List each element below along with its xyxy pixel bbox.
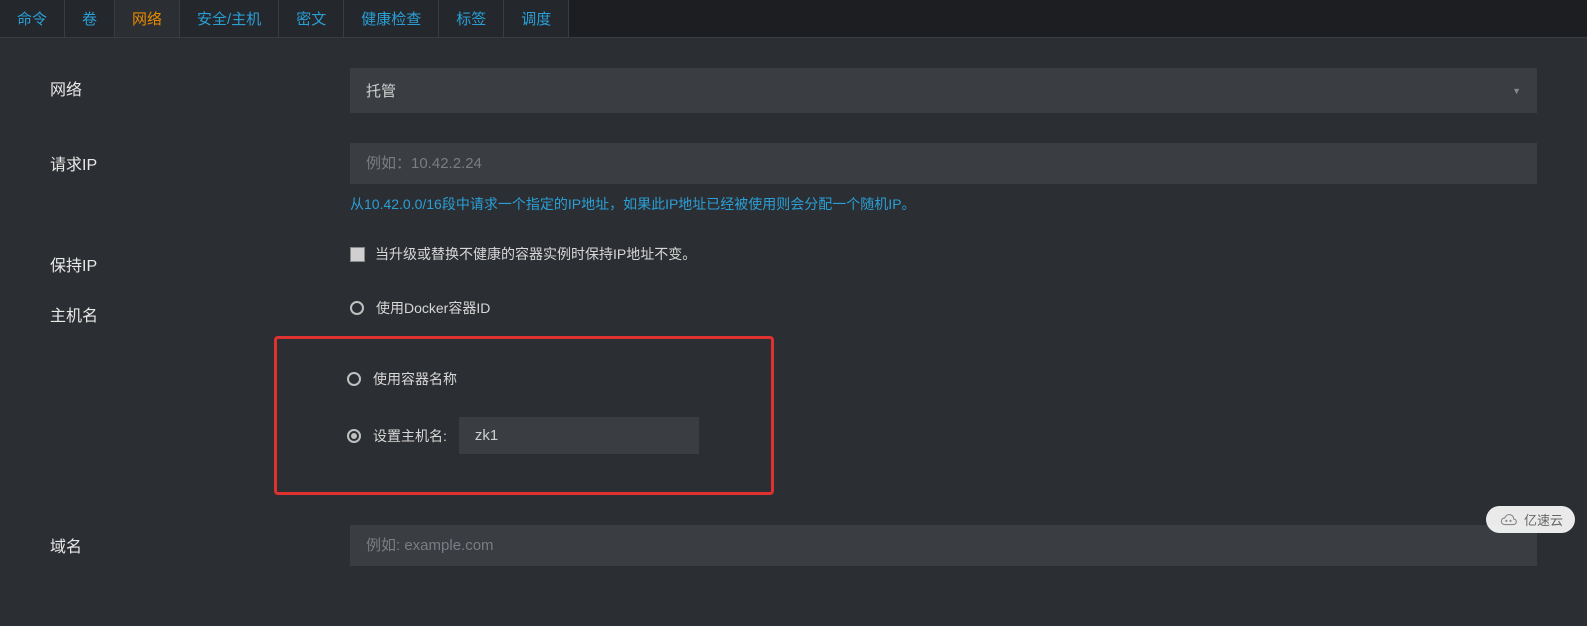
footer-badge-label: 亿速云	[1524, 510, 1563, 529]
tab-healthcheck[interactable]: 健康检查	[344, 0, 439, 37]
tab-network[interactable]: 网络	[115, 0, 180, 37]
request-ip-label: 请求IP	[50, 143, 350, 175]
hostname-radio-docker-id[interactable]	[350, 301, 364, 315]
domain-input[interactable]	[350, 525, 1537, 566]
hostname-highlight-box: 使用容器名称 设置主机名:	[274, 336, 774, 495]
network-row: 网络 托管 ▼	[50, 68, 1537, 113]
hostname-radio-custom-label: 设置主机名:	[373, 426, 447, 446]
cloud-icon	[1498, 513, 1518, 527]
request-ip-input[interactable]	[350, 143, 1537, 184]
hostname-row: 主机名 使用Docker容器ID 使用容器名称 设置主机名:	[50, 294, 1537, 495]
hostname-radio-group: 使用Docker容器ID 使用容器名称 设置主机名:	[350, 294, 1537, 495]
hostname-radio-container-name-label: 使用容器名称	[373, 369, 457, 389]
tab-scheduling[interactable]: 调度	[504, 0, 569, 37]
tabs-bar: 命令 卷 网络 安全/主机 密文 健康检查 标签 调度	[0, 0, 1587, 38]
footer-badge: 亿速云	[1486, 506, 1575, 533]
domain-row: 域名	[50, 525, 1537, 566]
hostname-radio-container-name[interactable]	[347, 372, 361, 386]
tab-security-host[interactable]: 安全/主机	[180, 0, 279, 37]
tab-command[interactable]: 命令	[0, 0, 65, 37]
form-content: 网络 托管 ▼ 请求IP 从10.42.0.0/16段中请求一个指定的IP地址，…	[0, 38, 1587, 626]
tab-volume[interactable]: 卷	[65, 0, 115, 37]
request-ip-help: 从10.42.0.0/16段中请求一个指定的IP地址，如果此IP地址已经被使用则…	[350, 194, 1537, 214]
network-label: 网络	[50, 68, 350, 100]
network-select[interactable]: 托管 ▼	[350, 68, 1537, 113]
network-select-value: 托管	[366, 80, 396, 101]
keep-ip-label: 保持IP	[50, 244, 350, 276]
tab-labels[interactable]: 标签	[439, 0, 504, 37]
hostname-radio-docker-id-label: 使用Docker容器ID	[376, 298, 490, 318]
keep-ip-checkbox-label: 当升级或替换不健康的容器实例时保持IP地址不变。	[375, 244, 696, 264]
keep-ip-row: 保持IP 当升级或替换不健康的容器实例时保持IP地址不变。	[50, 244, 1537, 276]
hostname-radio-custom[interactable]	[347, 429, 361, 443]
hostname-label: 主机名	[50, 294, 350, 326]
hostname-custom-input[interactable]	[459, 417, 699, 454]
tab-secrets[interactable]: 密文	[279, 0, 344, 37]
chevron-down-icon: ▼	[1512, 86, 1521, 96]
keep-ip-checkbox[interactable]	[350, 247, 365, 262]
domain-label: 域名	[50, 525, 350, 557]
request-ip-row: 请求IP 从10.42.0.0/16段中请求一个指定的IP地址，如果此IP地址已…	[50, 143, 1537, 214]
